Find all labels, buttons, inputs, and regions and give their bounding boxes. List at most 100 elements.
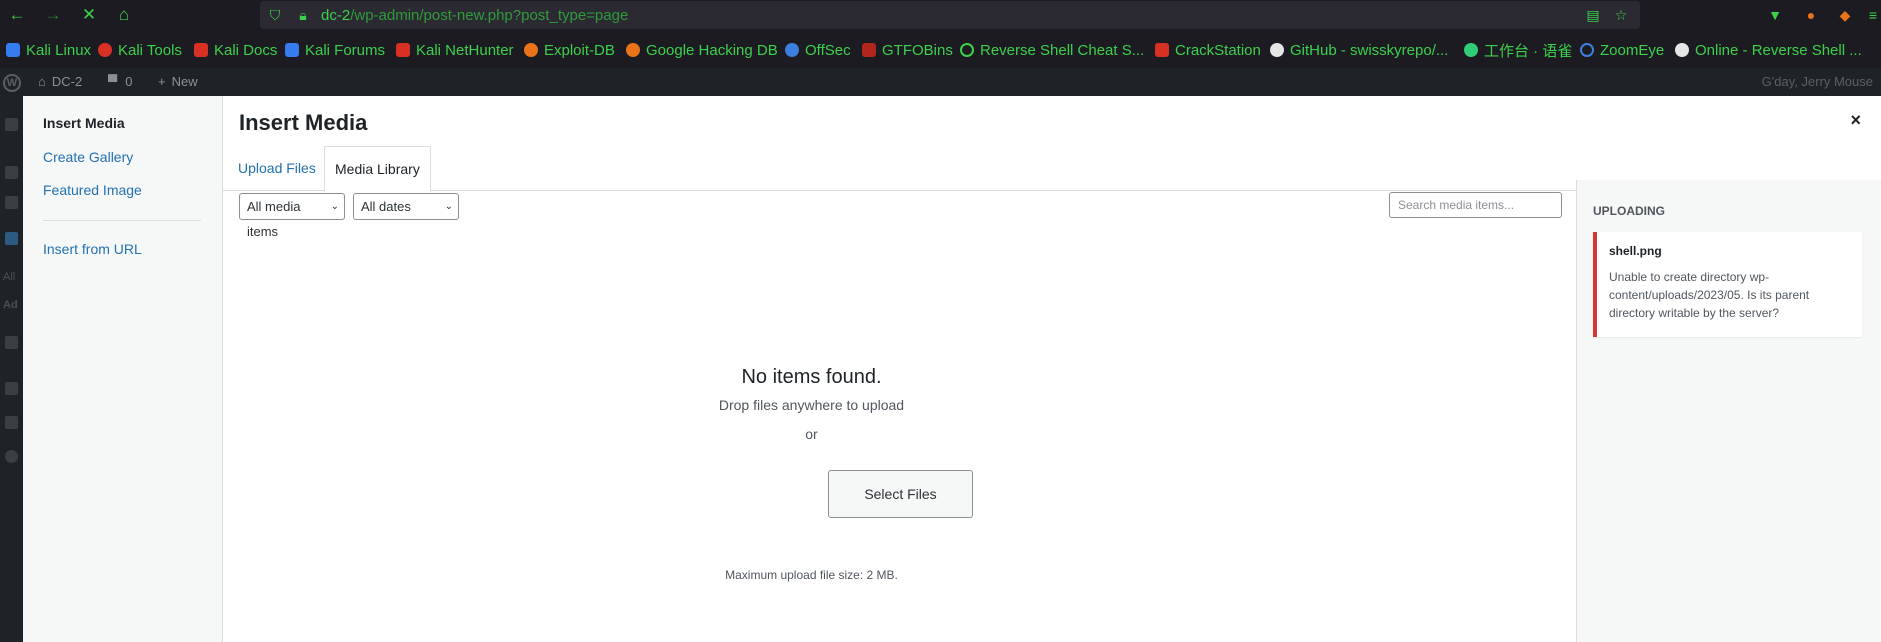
kali-forums-favicon-icon bbox=[285, 43, 299, 57]
user-greeting[interactable]: G'day, Jerry Mouse bbox=[1762, 74, 1873, 89]
kali-docs-favicon-icon bbox=[194, 43, 208, 57]
ghdb-favicon-icon bbox=[626, 43, 640, 57]
bookmark-gtfobins[interactable]: GTFOBins bbox=[862, 40, 953, 60]
menu-create-gallery[interactable]: Create Gallery bbox=[43, 149, 133, 165]
bookmark-offsec[interactable]: OffSec bbox=[785, 40, 851, 60]
bookmark-star-icon[interactable]: ☆ bbox=[1612, 6, 1630, 24]
menu-separator bbox=[43, 220, 201, 221]
bookmark-label: OffSec bbox=[805, 41, 851, 59]
media-type-value: All media items bbox=[247, 199, 301, 239]
github-icon bbox=[1270, 43, 1284, 57]
bookmark-crackstation[interactable]: CrackStation bbox=[1155, 40, 1261, 60]
new-content-link[interactable]: + New bbox=[158, 74, 198, 89]
extension-icon[interactable]: ● bbox=[1800, 4, 1822, 26]
chevron-down-icon: ⌄ bbox=[330, 201, 339, 212]
browser-toolbar: ← → ✕ ⌂ ⛉ 🔒︎ dc-2/wp-admin/post-new.php?… bbox=[0, 0, 1881, 29]
reader-view-icon[interactable]: ▤ bbox=[1584, 6, 1602, 24]
yuque-favicon-icon bbox=[1464, 43, 1478, 57]
pages-icon bbox=[5, 232, 18, 245]
bookmark-kali-tools[interactable]: Kali Tools bbox=[98, 40, 182, 60]
date-filter[interactable]: All dates ⌄ bbox=[353, 193, 459, 220]
bookmark-online-reverse-shell[interactable]: Online - Reverse Shell ... bbox=[1675, 40, 1862, 60]
modal-title: Insert Media bbox=[239, 110, 368, 135]
lock-icon[interactable]: 🔒︎ bbox=[294, 6, 312, 24]
menu-insert-from-url[interactable]: Insert from URL bbox=[43, 241, 142, 257]
back-arrow-icon[interactable]: ← bbox=[6, 4, 28, 26]
address-bar[interactable]: ⛉ 🔒︎ dc-2/wp-admin/post-new.php?post_typ… bbox=[260, 1, 1640, 29]
home-icon[interactable]: ⌂ bbox=[113, 4, 135, 26]
bookmarks-toolbar: Kali Linux Kali Tools Kali Docs Kali For… bbox=[0, 36, 1881, 64]
bookmark-zoomeye[interactable]: ZoomEye bbox=[1580, 40, 1664, 60]
bookmark-google-hacking-db[interactable]: Google Hacking DB bbox=[626, 40, 778, 60]
zoomeye-favicon-icon bbox=[1580, 43, 1594, 57]
bookmark-label: ZoomEye bbox=[1600, 41, 1665, 59]
tools-icon bbox=[5, 416, 18, 429]
pocket-icon[interactable]: ▼ bbox=[1764, 4, 1786, 26]
globe-icon bbox=[960, 43, 974, 57]
date-value: All dates bbox=[361, 199, 411, 214]
bookmark-label: CrackStation bbox=[1175, 41, 1261, 59]
kali-linux-favicon-icon bbox=[6, 43, 20, 57]
crackstation-favicon-icon bbox=[1155, 43, 1169, 57]
extension-2-icon[interactable]: ◆ bbox=[1834, 4, 1856, 26]
new-label: New bbox=[171, 74, 198, 89]
media-type-filter[interactable]: All media items ⌄ bbox=[239, 193, 345, 239]
media-frame-menu: Insert Media Create Gallery Featured Ima… bbox=[23, 96, 223, 642]
side-text-all: All bbox=[3, 271, 16, 283]
bookmark-kali-linux[interactable]: Kali Linux bbox=[6, 40, 91, 60]
tab-media-library[interactable]: Media Library bbox=[324, 146, 431, 192]
wordpress-logo-icon[interactable]: W bbox=[3, 74, 21, 92]
bookmark-kali-docs[interactable]: Kali Docs bbox=[194, 40, 277, 60]
url-text[interactable]: dc-2/wp-admin/post-new.php?post_type=pag… bbox=[321, 7, 628, 24]
dashboard-icon bbox=[5, 118, 18, 131]
site-name-link[interactable]: ⌂ DC-2 bbox=[38, 74, 82, 89]
bookmark-label: GitHub - swisskyrepo/... bbox=[1290, 41, 1449, 59]
wp-admin-menu: All Ad bbox=[0, 96, 23, 642]
stop-loading-icon[interactable]: ✕ bbox=[78, 4, 100, 26]
house-icon: ⌂ bbox=[38, 74, 46, 89]
kali-tools-favicon-icon bbox=[98, 43, 112, 57]
skull-icon bbox=[1675, 43, 1689, 57]
bookmark-label: Reverse Shell Cheat S... bbox=[980, 41, 1145, 59]
offsec-favicon-icon bbox=[785, 43, 799, 57]
comments-icon bbox=[5, 336, 18, 349]
site-name: DC-2 bbox=[51, 74, 83, 89]
media-sidebar: Uploading shell.png Unable to create dir… bbox=[1576, 180, 1881, 642]
close-icon[interactable]: × bbox=[1850, 110, 1861, 131]
chevron-down-icon: ⌄ bbox=[444, 201, 453, 212]
upload-error: shell.png Unable to create directory wp-… bbox=[1593, 232, 1862, 337]
bookmark-label: Kali NetHunter bbox=[416, 41, 514, 59]
bookmark-label: Kali Docs bbox=[214, 41, 278, 59]
select-files-button[interactable]: Select Files bbox=[828, 470, 973, 518]
search-input[interactable]: Search media items... bbox=[1389, 192, 1562, 218]
menu-insert-media[interactable]: Insert Media bbox=[43, 115, 125, 131]
menu-featured-image[interactable]: Featured Image bbox=[43, 182, 142, 198]
uploading-heading: Uploading bbox=[1593, 204, 1665, 218]
url-path: /wp-admin/post-new.php?post_type=page bbox=[350, 7, 629, 24]
comments-link[interactable]: ▀ 0 bbox=[108, 74, 132, 89]
upload-error-message: Unable to create directory wp-content/up… bbox=[1609, 270, 1810, 320]
media-icon bbox=[5, 196, 18, 209]
bookmark-kali-nethunter[interactable]: Kali NetHunter bbox=[396, 40, 514, 60]
bookmark-exploit-db[interactable]: Exploit-DB bbox=[524, 40, 615, 60]
bookmark-label: GTFOBins bbox=[882, 41, 953, 59]
bookmark-label: Kali Tools bbox=[118, 41, 182, 59]
gtfobins-favicon-icon bbox=[862, 43, 876, 57]
bookmark-github[interactable]: GitHub - swisskyrepo/... bbox=[1270, 40, 1448, 60]
forward-arrow-icon[interactable]: → bbox=[42, 4, 64, 26]
menu-icon[interactable]: ≡ bbox=[1862, 4, 1881, 26]
max-upload-size: Maximum upload file size: 2 MB. bbox=[725, 568, 898, 582]
bookmark-kali-forums[interactable]: Kali Forums bbox=[285, 40, 385, 60]
empty-library-message: No items found. Drop files anywhere to u… bbox=[223, 366, 1400, 442]
plus-icon: + bbox=[158, 74, 166, 89]
collapse-icon bbox=[5, 450, 18, 463]
bookmark-reverse-shell-cheat[interactable]: Reverse Shell Cheat S... bbox=[960, 40, 1144, 60]
url-host: dc-2 bbox=[321, 7, 351, 24]
shield-icon[interactable]: ⛉ bbox=[266, 6, 284, 24]
wp-admin-bar: W ⌂ DC-2 ▀ 0 + New G'day, Jerry Mouse bbox=[0, 68, 1881, 96]
tab-upload-files[interactable]: Upload Files bbox=[228, 146, 326, 191]
bookmark-label: 工作台 · 语雀 bbox=[1484, 42, 1573, 60]
bookmark-yuque[interactable]: 工作台 · 语雀 bbox=[1464, 40, 1572, 60]
bookmark-label: Google Hacking DB bbox=[646, 41, 778, 59]
exploit-db-favicon-icon bbox=[524, 43, 538, 57]
